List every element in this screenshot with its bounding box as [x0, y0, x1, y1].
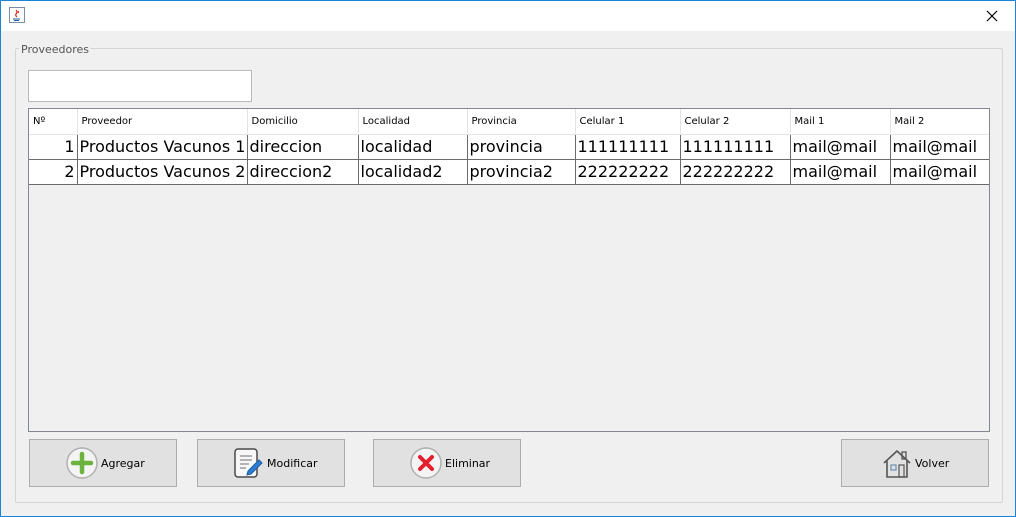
column-header-celular-1[interactable]: Celular 1 — [575, 109, 681, 135]
eliminar-button[interactable]: Eliminar — [373, 439, 521, 487]
agregar-button[interactable]: Agregar — [29, 439, 177, 487]
table-header: Nº Proveedor Domicilio Localidad Provinc… — [29, 109, 989, 135]
cell-mail-2[interactable]: mail@mail — [890, 134, 989, 160]
table-row[interactable]: 2 Productos Vacunos 2 direccion2 localid… — [29, 159, 989, 185]
cell-domicilio[interactable]: direccion2 — [247, 159, 359, 185]
cell-provincia[interactable]: provincia — [467, 134, 576, 160]
modificar-label: Modificar — [267, 456, 318, 470]
plus-circle-icon — [66, 447, 98, 479]
column-header-localidad[interactable]: Localidad — [358, 109, 468, 135]
cell-domicilio[interactable]: direccion — [247, 134, 359, 160]
cell-mail-1[interactable]: mail@mail — [790, 134, 891, 160]
edit-document-icon — [232, 447, 264, 479]
cell-celular-2[interactable]: 222222222 — [680, 159, 791, 185]
cell-celular-2[interactable]: 111111111 — [680, 134, 791, 160]
proveedores-table[interactable]: Nº Proveedor Domicilio Localidad Provinc… — [28, 108, 990, 432]
table-row[interactable]: 1 Productos Vacunos 1 direccion localida… — [29, 134, 989, 160]
column-header-provincia[interactable]: Provincia — [467, 109, 576, 135]
cell-mail-2[interactable]: mail@mail — [890, 159, 989, 185]
search-input[interactable] — [28, 70, 252, 102]
main-window: Proveedores Nº Proveedor Domicilio Local… — [0, 0, 1016, 517]
column-header-celular-2[interactable]: Celular 2 — [680, 109, 791, 135]
column-header-mail-1[interactable]: Mail 1 — [790, 109, 891, 135]
cell-proveedor[interactable]: Productos Vacunos 1 — [77, 134, 248, 160]
title-bar[interactable] — [1, 1, 1015, 31]
cell-celular-1[interactable]: 111111111 — [575, 134, 681, 160]
cell-numero[interactable]: 1 — [29, 134, 78, 160]
modificar-button[interactable]: Modificar — [197, 439, 345, 487]
volver-button[interactable]: Volver — [841, 439, 989, 487]
column-header-proveedor[interactable]: Proveedor — [77, 109, 248, 135]
close-icon — [986, 10, 998, 22]
column-header-numero[interactable]: Nº — [29, 109, 78, 135]
cell-localidad[interactable]: localidad2 — [358, 159, 468, 185]
cell-numero[interactable]: 2 — [29, 159, 78, 185]
cell-celular-1[interactable]: 222222222 — [575, 159, 681, 185]
java-app-icon — [9, 7, 25, 23]
agregar-label: Agregar — [101, 456, 145, 470]
cell-provincia[interactable]: provincia2 — [467, 159, 576, 185]
cell-mail-1[interactable]: mail@mail — [790, 159, 891, 185]
home-icon — [880, 447, 912, 479]
close-button[interactable] — [969, 1, 1015, 31]
cell-proveedor[interactable]: Productos Vacunos 2 — [77, 159, 248, 185]
delete-x-icon — [410, 447, 442, 479]
column-header-domicilio[interactable]: Domicilio — [247, 109, 359, 135]
volver-label: Volver — [915, 456, 950, 470]
panel-title: Proveedores — [19, 43, 91, 56]
cell-localidad[interactable]: localidad — [358, 134, 468, 160]
eliminar-label: Eliminar — [445, 456, 491, 470]
column-header-mail-2[interactable]: Mail 2 — [890, 109, 989, 135]
